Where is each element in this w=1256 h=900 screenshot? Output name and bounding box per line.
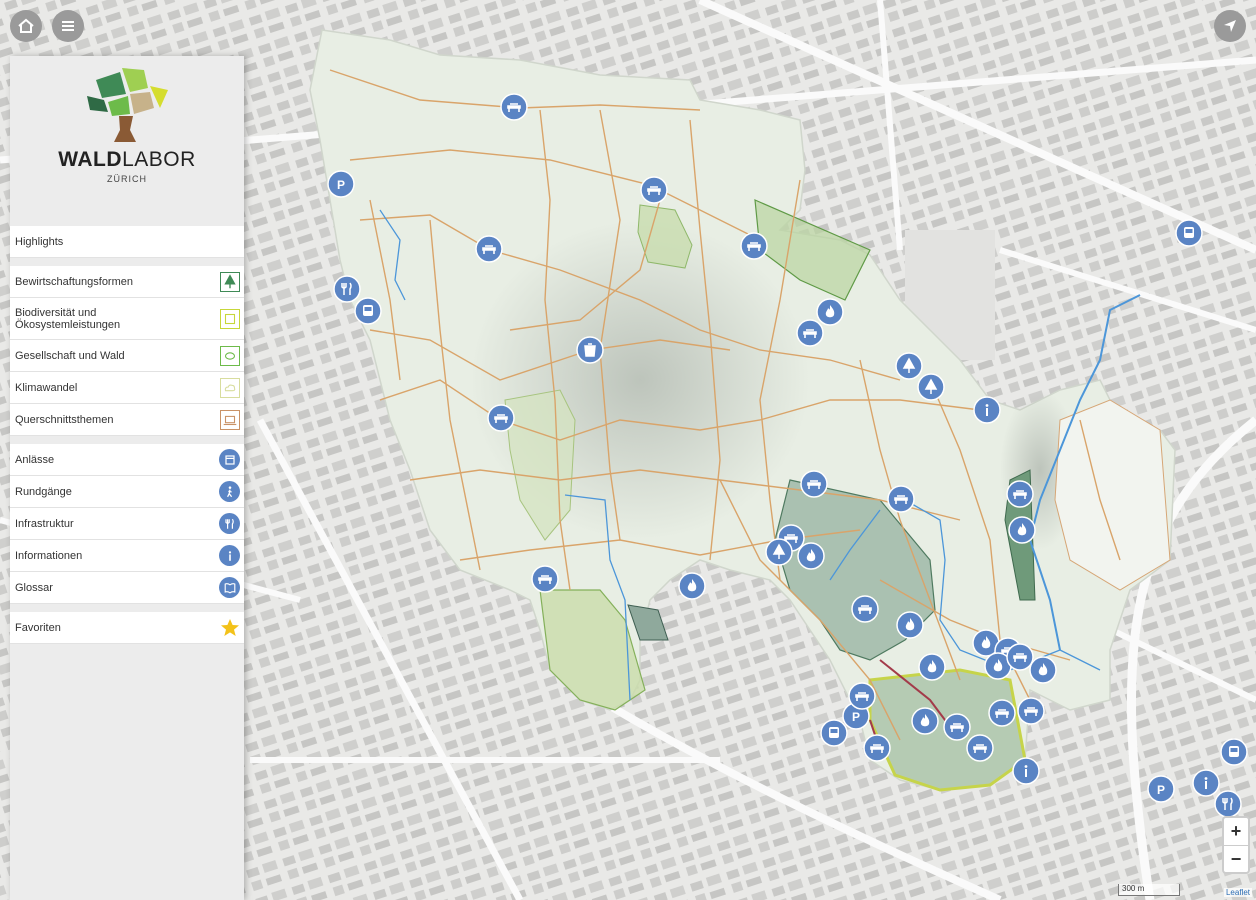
map-marker-bench-icon[interactable] <box>988 699 1016 727</box>
map-marker-fire-icon[interactable] <box>911 707 939 735</box>
map-marker-bench-icon[interactable] <box>500 93 528 121</box>
menu-theme-1[interactable]: Biodiversität und Ökosystemleistungen <box>10 298 244 340</box>
walker-icon <box>219 481 240 502</box>
map-marker-fire-icon[interactable] <box>918 653 946 681</box>
map-marker-info-icon[interactable] <box>973 396 1001 424</box>
map-marker-bench-icon[interactable] <box>1017 697 1045 725</box>
side-panel: WALDLABOR ZÜRICH Highlights Bewirtschaft… <box>10 56 244 900</box>
zoom-in-button[interactable]: + <box>1224 818 1248 846</box>
menu-theme-2[interactable]: Gesellschaft und Wald <box>10 340 244 372</box>
menu-section-label: Rundgänge <box>15 485 72 498</box>
hamburger-icon <box>62 21 74 31</box>
map-marker-info-icon[interactable] <box>1012 757 1040 785</box>
map-marker-bench-icon[interactable] <box>887 485 915 513</box>
map-marker-info-icon[interactable] <box>1192 769 1220 797</box>
menu-section-2[interactable]: Infrastruktur <box>10 508 244 540</box>
locate-arrow-icon <box>1224 20 1236 32</box>
menu-theme-4[interactable]: Querschnittsthemen <box>10 404 244 436</box>
map-marker-tree-icon[interactable] <box>917 373 945 401</box>
attribution-link[interactable]: Leaflet <box>1223 888 1252 897</box>
star-icon <box>221 618 239 636</box>
menu-favorites[interactable]: Favoriten <box>10 612 244 644</box>
map-marker-fire-icon[interactable] <box>816 298 844 326</box>
menu-theme-label: Querschnittsthemen <box>15 413 114 426</box>
zoom-control: + − <box>1222 816 1250 874</box>
svg-text:P: P <box>337 178 345 192</box>
menu-section-0[interactable]: Anlässe <box>10 444 244 476</box>
menu-section-label: Informationen <box>15 549 83 562</box>
home-icon <box>18 18 34 33</box>
menu-theme-label: Biodiversität und Ökosystemleistungen <box>15 306 121 331</box>
menu-theme-0[interactable]: Bewirtschaftungsformen <box>10 266 244 298</box>
brand-light: LABOR <box>122 148 196 171</box>
map-marker-fire-icon[interactable] <box>797 542 825 570</box>
menu-section-1[interactable]: Rundgänge <box>10 476 244 508</box>
map-marker-bench-icon[interactable] <box>740 232 768 260</box>
menu-highlights[interactable]: Highlights <box>10 226 244 258</box>
scale-bar: 300 m <box>1118 884 1180 896</box>
map-marker-bus-icon[interactable] <box>1175 219 1203 247</box>
map-marker-bench-icon[interactable] <box>487 404 515 432</box>
menu-button[interactable] <box>52 10 84 42</box>
svg-text:P: P <box>852 710 860 724</box>
brand-name: WALDLABOR <box>58 148 196 172</box>
laptop-icon <box>220 409 240 430</box>
map-marker-bench-icon[interactable] <box>851 595 879 623</box>
menu-theme-label: Gesellschaft und Wald <box>15 349 125 362</box>
menu-section-label: Glossar <box>15 581 53 594</box>
map-marker-bench-icon[interactable] <box>943 713 971 741</box>
map-marker-fire-icon[interactable] <box>1008 516 1036 544</box>
menu-theme-3[interactable]: Klimawandel <box>10 372 244 404</box>
tree-icon <box>220 271 240 292</box>
cutlery-icon <box>219 513 240 534</box>
book-icon <box>219 577 240 598</box>
map-marker-cutlery-icon[interactable] <box>333 275 361 303</box>
calendar-icon <box>219 449 240 470</box>
menu-section-label: Infrastruktur <box>15 517 74 530</box>
map-marker-bench-icon[interactable] <box>800 470 828 498</box>
menu-section-label: Anlässe <box>15 453 55 466</box>
map-marker-bench-icon[interactable] <box>1006 643 1034 671</box>
menu-favorites-label: Favoriten <box>15 621 61 634</box>
map-marker-bench-icon[interactable] <box>848 682 876 710</box>
map-marker-bin-icon[interactable] <box>576 336 604 364</box>
zoom-out-button[interactable]: − <box>1224 846 1248 873</box>
map-marker-bench-icon[interactable] <box>640 176 668 204</box>
map-marker-bus-icon[interactable] <box>820 719 848 747</box>
map-marker-parking-icon[interactable]: P <box>1147 775 1175 803</box>
map-marker-bench-icon[interactable] <box>531 565 559 593</box>
map-marker-bench-icon[interactable] <box>1006 480 1034 508</box>
map-marker-bus-icon[interactable] <box>1220 738 1248 766</box>
tree-logo-icon <box>87 68 168 142</box>
people-icon <box>220 345 240 366</box>
cloud-icon <box>220 377 240 398</box>
map-marker-fire-icon[interactable] <box>1029 656 1057 684</box>
map-marker-fire-icon[interactable] <box>678 572 706 600</box>
info-icon <box>219 545 240 566</box>
flower-icon <box>220 308 240 329</box>
menu-section-3[interactable]: Informationen <box>10 540 244 572</box>
map-marker-bus-icon[interactable] <box>354 297 382 325</box>
brand-sub: ZÜRICH <box>107 174 147 184</box>
brand-bold: WALD <box>58 148 123 171</box>
map-marker-bench-icon[interactable] <box>796 319 824 347</box>
map-marker-parking-icon[interactable]: P <box>327 170 355 198</box>
menu-theme-label: Bewirtschaftungsformen <box>15 275 133 288</box>
menu-highlights-label: Highlights <box>15 235 64 248</box>
map-marker-tree-icon[interactable] <box>765 538 793 566</box>
map-marker-bench-icon[interactable] <box>475 235 503 263</box>
map-marker-bench-icon[interactable] <box>966 734 994 762</box>
map-marker-cutlery-icon[interactable] <box>1214 790 1242 818</box>
map-marker-fire-icon[interactable] <box>896 611 924 639</box>
menu-section-4[interactable]: Glossar <box>10 572 244 604</box>
home-button[interactable] <box>10 10 42 42</box>
map-marker-tree-icon[interactable] <box>895 352 923 380</box>
svg-text:P: P <box>1157 783 1165 797</box>
locate-button[interactable] <box>1214 10 1246 42</box>
map-marker-bench-icon[interactable] <box>863 734 891 762</box>
logo: WALDLABOR ZÜRICH <box>10 56 244 226</box>
menu-theme-label: Klimawandel <box>15 381 78 394</box>
